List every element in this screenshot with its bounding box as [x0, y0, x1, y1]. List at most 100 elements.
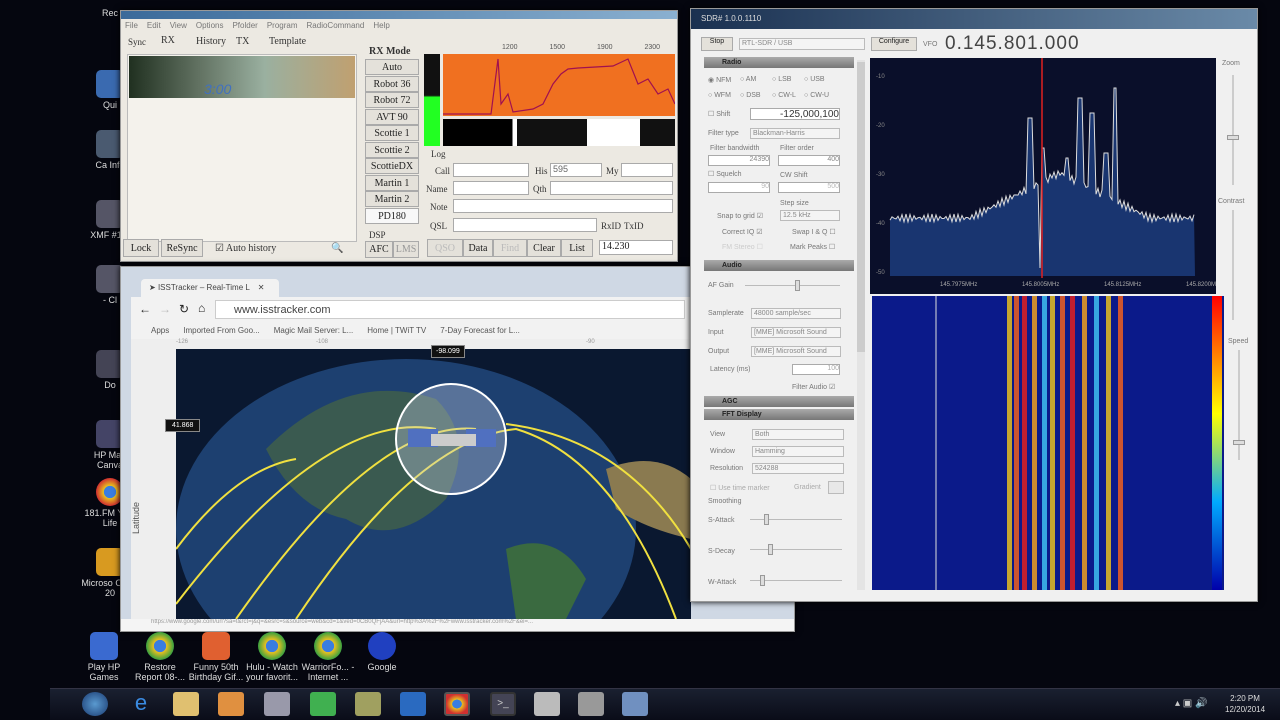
desktop-icon-funny-birthday[interactable]: Funny 50th Birthday Gif...: [186, 632, 246, 682]
forward-icon[interactable]: →: [159, 302, 171, 316]
mode-radio-usb[interactable]: ○ USB: [804, 76, 825, 83]
mode-button[interactable]: PD180: [365, 207, 419, 224]
terminal-taskbar-icon[interactable]: >_: [490, 692, 516, 716]
mode-button[interactable]: AVT 90: [365, 108, 419, 125]
mode-button[interactable]: Robot 36: [365, 75, 419, 92]
view-select[interactable]: Both: [752, 429, 844, 440]
mode-button[interactable]: Scottie 1: [365, 125, 419, 141]
app-icon[interactable]: [355, 692, 381, 716]
radio-section-header[interactable]: Radio: [704, 57, 854, 68]
menu-edit[interactable]: Edit: [147, 21, 161, 30]
filter-audio-checkbox[interactable]: Filter Audio ☑: [792, 383, 835, 391]
fm-stereo-checkbox[interactable]: FM Stereo ☐: [722, 243, 763, 251]
system-tray-icons[interactable]: ▴ ▣ 🔊: [1175, 698, 1207, 709]
clock[interactable]: 2:20 PM 12/20/2014: [1225, 693, 1265, 715]
qsl-input[interactable]: [453, 218, 597, 232]
w-attack-slider[interactable]: [750, 575, 842, 586]
step-size-select[interactable]: 12.5 kHz: [780, 210, 840, 221]
bookmark-imported[interactable]: Imported From Goo...: [183, 323, 259, 339]
squelch-input[interactable]: 90: [708, 182, 770, 193]
rxid-button[interactable]: RxID: [601, 221, 621, 231]
desktop-icon-warriorforum[interactable]: WarriorFo... - Internet ...: [298, 632, 358, 682]
menu-view[interactable]: View: [170, 21, 187, 30]
desktop-icon-play-hp-games[interactable]: Play HP Games: [74, 632, 134, 682]
mode-radio-dsb[interactable]: ○ DSB: [740, 92, 761, 99]
tab-template[interactable]: Template: [269, 36, 306, 47]
bookmark-magic-mail[interactable]: Magic Mail Server: L...: [274, 323, 354, 339]
home-icon[interactable]: ⌂: [198, 301, 205, 315]
my-select[interactable]: [621, 163, 673, 177]
bookmark-apps[interactable]: Apps: [151, 323, 169, 339]
mark-peaks-checkbox[interactable]: Mark Peaks ☐: [790, 243, 835, 251]
cw-shift-input[interactable]: 500: [778, 182, 840, 193]
contrast-slider[interactable]: [1232, 210, 1234, 320]
menu-help[interactable]: Help: [373, 21, 389, 30]
address-bar[interactable]: www.isstracker.com: [215, 300, 685, 319]
auto-history-checkbox[interactable]: ☑ Auto history: [215, 243, 276, 254]
s-decay-slider[interactable]: [750, 544, 842, 555]
menu-file[interactable]: File: [125, 21, 138, 30]
snap-to-grid-checkbox[interactable]: Snap to grid ☑: [717, 212, 763, 220]
qso-button[interactable]: QSO: [427, 239, 463, 257]
agc-section-header[interactable]: AGC: [704, 396, 854, 407]
desktop-icon-google[interactable]: Google: [352, 632, 412, 672]
clear-button[interactable]: Clear: [527, 239, 561, 257]
filter-bandwidth-input[interactable]: 24390: [708, 155, 770, 166]
desktop-icon-restore-report[interactable]: Restore Report 08-...: [130, 632, 190, 682]
resync-button[interactable]: ReSync: [161, 239, 203, 257]
list-button[interactable]: List: [561, 239, 593, 257]
note-input[interactable]: [453, 199, 673, 213]
mode-radio-cw-l[interactable]: ○ CW-L: [772, 92, 796, 99]
afc-button[interactable]: AFC: [365, 241, 393, 258]
gradient-button[interactable]: [828, 481, 844, 494]
mode-button[interactable]: Martin 1: [365, 174, 419, 191]
stop-button[interactable]: Stop: [701, 37, 733, 51]
spectrum-display[interactable]: -10 -20 -30 -40 -50 145.7975MHz 145.8005MHz 145…: [870, 58, 1216, 294]
correct-iq-checkbox[interactable]: Correct IQ ☑: [722, 228, 763, 236]
close-tab-icon[interactable]: ✕: [258, 283, 265, 292]
configure-button[interactable]: Configure: [871, 37, 917, 51]
lms-button[interactable]: LMS: [393, 241, 419, 258]
sdr-taskbar-icon[interactable]: [622, 692, 648, 716]
mode-button[interactable]: Robot 72: [365, 92, 419, 108]
start-button[interactable]: [82, 692, 108, 716]
bookmark-forecast[interactable]: 7-Day Forecast for L...: [440, 323, 520, 339]
samplerate-select[interactable]: 48000 sample/sec: [751, 308, 841, 319]
back-icon[interactable]: ←: [139, 302, 151, 316]
mmsstv-taskbar-icon[interactable]: [534, 692, 560, 716]
swap-iq-checkbox[interactable]: Swap I & Q ☐: [792, 228, 836, 236]
name-input[interactable]: [453, 181, 529, 195]
search-icon[interactable]: 🔍: [331, 243, 343, 254]
mode-radio-wfm[interactable]: ○ WFM: [708, 92, 731, 99]
bookmark-twit[interactable]: Home | TWiT TV: [367, 323, 426, 339]
media-player-icon[interactable]: [218, 692, 244, 716]
af-gain-slider[interactable]: [745, 280, 840, 291]
time-marker-checkbox[interactable]: ☐ Use time marker: [710, 484, 770, 492]
tab-history[interactable]: History: [196, 36, 226, 47]
output-select[interactable]: [MME] Microsoft Sound: [751, 346, 841, 357]
mode-button[interactable]: Scottie 2: [365, 141, 419, 158]
app-icon[interactable]: [400, 692, 426, 716]
audio-section-header[interactable]: Audio: [704, 260, 854, 271]
qth-input[interactable]: [550, 181, 673, 195]
mode-radio-lsb[interactable]: ○ LSB: [772, 76, 791, 83]
mode-button[interactable]: Auto: [365, 59, 419, 75]
zoom-slider[interactable]: [1227, 75, 1239, 185]
waterfall-display[interactable]: [872, 296, 1224, 590]
find-button[interactable]: Find: [493, 239, 527, 257]
mode-radio-nfm[interactable]: ◉ NFM: [708, 76, 731, 84]
latency-input[interactable]: 100: [792, 364, 840, 375]
mode-radio-cw-u[interactable]: ○ CW-U: [804, 92, 829, 99]
shift-input[interactable]: -125,000,100: [750, 108, 840, 120]
mode-button[interactable]: ScottieDX: [365, 158, 419, 174]
menu-pfolder[interactable]: Pfolder: [232, 21, 257, 30]
filter-order-input[interactable]: 400: [778, 155, 840, 166]
chrome-taskbar-icon[interactable]: [444, 692, 470, 716]
filter-type-select[interactable]: Blackman-Harris: [750, 128, 840, 139]
tab-tx[interactable]: TX: [236, 36, 249, 47]
speed-slider[interactable]: [1233, 350, 1245, 460]
tab-sync[interactable]: Sync: [128, 37, 146, 47]
menu-program[interactable]: Program: [267, 21, 298, 30]
tab-rx[interactable]: RX: [161, 35, 175, 46]
resolution-select[interactable]: 524288: [752, 463, 844, 474]
